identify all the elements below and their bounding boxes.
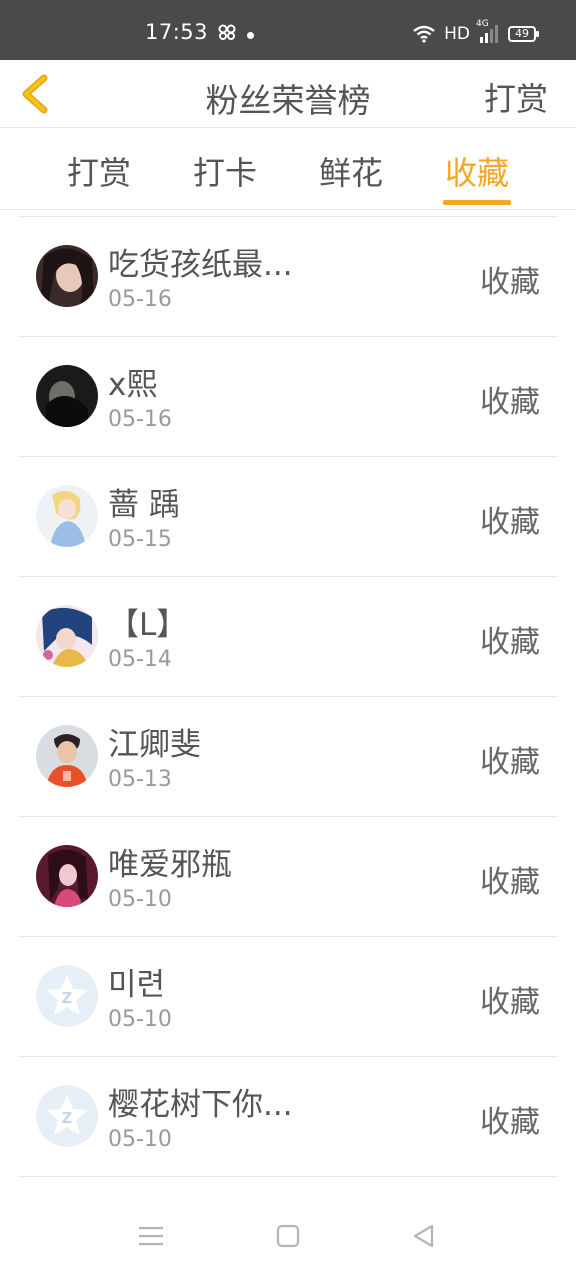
action-label: 收藏 bbox=[480, 985, 540, 1020]
system-nav-bar bbox=[0, 1196, 576, 1280]
tab-checkin[interactable]: 打卡 bbox=[193, 148, 257, 194]
title-bar: 粉丝荣誉榜 打赏 bbox=[0, 60, 576, 128]
avatar bbox=[36, 365, 98, 427]
user-date: 05-14 bbox=[108, 647, 172, 672]
user-date: 05-10 bbox=[108, 1007, 172, 1032]
reward-button[interactable]: 打赏 bbox=[484, 74, 548, 120]
list-item[interactable]: 【L】 05-14 收藏 bbox=[18, 577, 558, 697]
avatar bbox=[36, 245, 98, 307]
status-time: 17:53 bbox=[145, 20, 209, 44]
action-label: 收藏 bbox=[480, 865, 540, 900]
user-name: 【L】 bbox=[108, 607, 188, 643]
status-bar: 17:53 HD 4G 49 bbox=[0, 0, 576, 60]
tab-favorites[interactable]: 收藏 bbox=[445, 148, 509, 194]
user-date: 05-16 bbox=[108, 287, 172, 312]
tab-bar: 打赏 打卡 鲜花 收藏 bbox=[0, 128, 576, 210]
network-type: HD bbox=[444, 24, 470, 44]
user-date: 05-16 bbox=[108, 407, 172, 432]
action-label: 收藏 bbox=[480, 745, 540, 780]
avatar bbox=[36, 725, 98, 787]
notification-dot-icon bbox=[247, 32, 254, 39]
user-name: x熙 bbox=[108, 367, 158, 403]
avatar bbox=[36, 605, 98, 667]
action-label: 收藏 bbox=[480, 265, 540, 300]
user-name: 蔷 踽 bbox=[108, 487, 180, 523]
app-notification-icon bbox=[218, 24, 236, 40]
user-name: 唯爱邪瓶 bbox=[108, 847, 232, 883]
wifi-icon bbox=[413, 25, 435, 43]
action-label: 收藏 bbox=[480, 1105, 540, 1140]
action-label: 收藏 bbox=[480, 505, 540, 540]
list-item[interactable]: x熙 05-16 收藏 bbox=[18, 337, 558, 457]
user-name: 樱花树下你... bbox=[108, 1087, 293, 1123]
home-icon[interactable] bbox=[276, 1224, 300, 1248]
user-name: 江卿斐 bbox=[108, 727, 201, 763]
svg-text:Z: Z bbox=[62, 989, 73, 1007]
action-label: 收藏 bbox=[480, 385, 540, 420]
fan-list: 吃货孩纸最... 05-16 收藏 x熙 05-16 收藏 蔷 踽 05-15 … bbox=[18, 216, 558, 1177]
avatar: Z bbox=[36, 965, 98, 1027]
tab-flowers[interactable]: 鲜花 bbox=[319, 148, 383, 194]
action-label: 收藏 bbox=[480, 625, 540, 660]
avatar: Z bbox=[36, 1085, 98, 1147]
active-tab-indicator bbox=[443, 200, 511, 205]
user-date: 05-10 bbox=[108, 887, 172, 912]
user-date: 05-10 bbox=[108, 1127, 172, 1152]
avatar bbox=[36, 845, 98, 907]
back-triangle-icon[interactable] bbox=[412, 1224, 436, 1248]
list-item[interactable]: 蔷 踽 05-15 收藏 bbox=[18, 457, 558, 577]
avatar bbox=[36, 485, 98, 547]
user-date: 05-15 bbox=[108, 527, 172, 552]
status-right-group: HD 4G 49 bbox=[412, 19, 539, 46]
user-name: 미련 bbox=[108, 967, 166, 1003]
user-name: 吃货孩纸最... bbox=[108, 247, 293, 283]
battery-icon: 49 bbox=[508, 26, 539, 42]
list-item[interactable]: 唯爱邪瓶 05-10 收藏 bbox=[18, 817, 558, 937]
menu-icon[interactable] bbox=[138, 1224, 164, 1248]
svg-text:Z: Z bbox=[62, 1109, 73, 1127]
list-item[interactable]: 吃货孩纸最... 05-16 收藏 bbox=[18, 217, 558, 337]
tab-reward[interactable]: 打赏 bbox=[67, 148, 131, 194]
user-date: 05-13 bbox=[108, 767, 172, 792]
list-item[interactable]: Z 미련 05-10 收藏 bbox=[18, 937, 558, 1057]
cell-signal-icon: 4G bbox=[476, 19, 500, 45]
list-item[interactable]: Z 樱花树下你... 05-10 收藏 bbox=[18, 1057, 558, 1177]
list-item[interactable]: 江卿斐 05-13 收藏 bbox=[18, 697, 558, 817]
